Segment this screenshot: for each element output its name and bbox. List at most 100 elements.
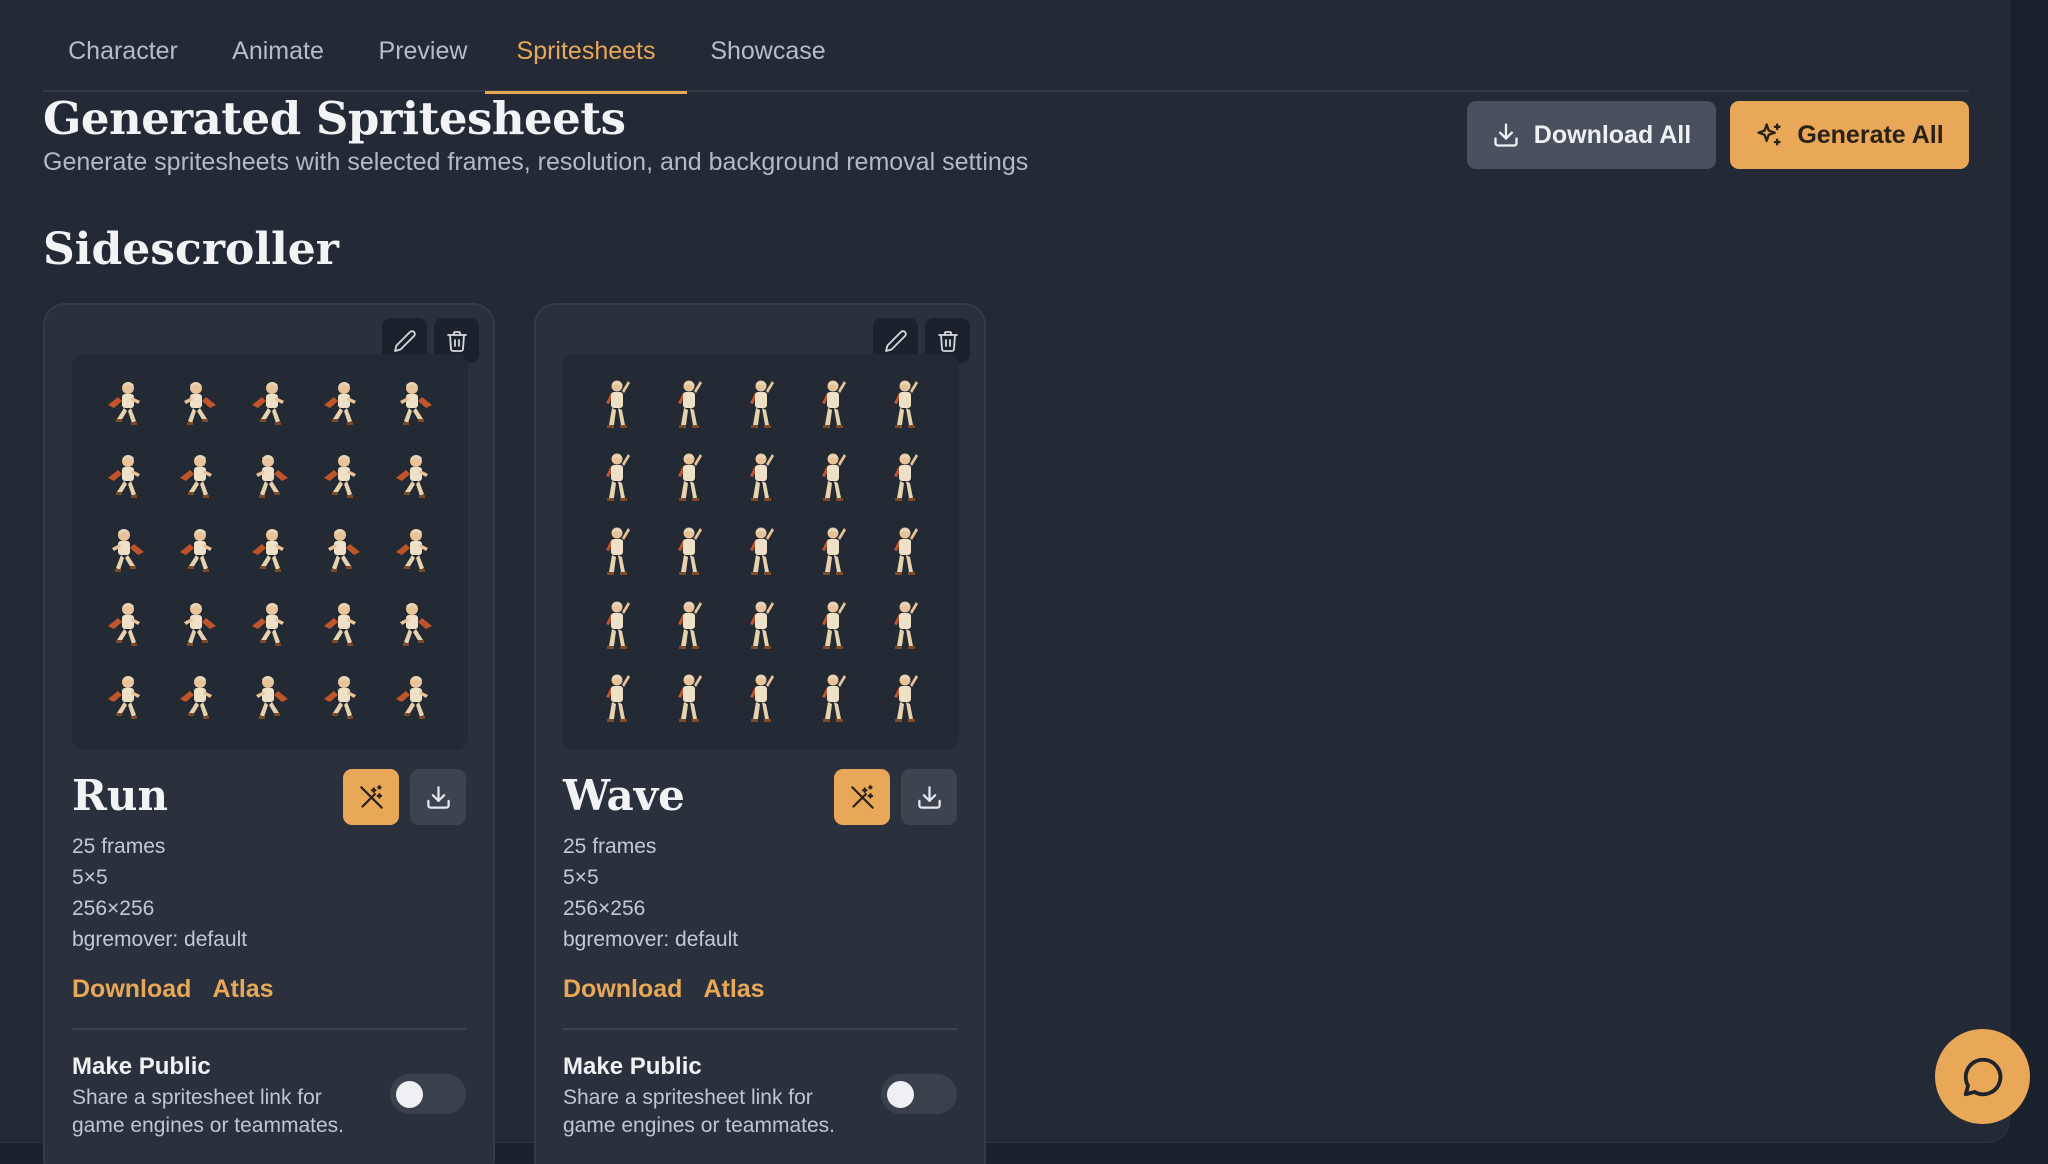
tab-spritesheets[interactable]: Spritesheets — [485, 0, 687, 94]
sprite-frame — [869, 368, 941, 442]
sprite-frame — [234, 442, 306, 516]
sprite-frame — [162, 368, 234, 442]
toggle-knob — [887, 1081, 914, 1108]
sprite-frame — [797, 368, 869, 442]
sprite-frame — [162, 515, 234, 589]
toggle-knob — [396, 1081, 423, 1108]
make-public-toggle[interactable] — [881, 1074, 957, 1114]
sprite-frame — [869, 589, 941, 663]
sprite-frame — [869, 662, 941, 736]
tab-animate[interactable]: Animate — [223, 0, 333, 92]
download-link[interactable]: Download — [563, 975, 682, 1004]
card-links: Download Atlas — [563, 975, 765, 1004]
regenerate-button[interactable] — [834, 769, 890, 825]
sprite-frame — [90, 368, 162, 442]
download-button[interactable] — [901, 769, 957, 825]
sprite-frame — [378, 442, 450, 516]
sprite-frame — [653, 442, 725, 516]
sprite-frame — [725, 368, 797, 442]
frame-count: 25 frames — [72, 835, 166, 858]
resolution: 256×256 — [72, 897, 155, 920]
bgremover-setting: bgremover: default — [563, 928, 739, 951]
sprite-frame — [306, 662, 378, 736]
make-public-description: Share a spritesheet link for game engine… — [563, 1086, 835, 1137]
divider — [72, 1028, 466, 1030]
sprite-frame — [306, 442, 378, 516]
sprite-frame — [797, 442, 869, 516]
pencil-icon — [393, 329, 416, 352]
sprite-frame — [725, 442, 797, 516]
download-icon — [426, 785, 450, 809]
sprite-frame — [90, 589, 162, 663]
sprite-frame — [581, 368, 653, 442]
card-meta: 25 frames 5×5 256×256 bgremover: default — [563, 831, 738, 955]
trash-icon — [446, 330, 467, 352]
sprite-frame — [378, 589, 450, 663]
tab-showcase[interactable]: Showcase — [703, 0, 833, 92]
pencil-icon — [884, 329, 907, 352]
make-public-title: Make Public — [563, 1053, 702, 1080]
sprite-frame — [234, 368, 306, 442]
magic-wand-icon — [359, 784, 383, 809]
atlas-link[interactable]: Atlas — [212, 975, 273, 1004]
sprite-frame — [306, 515, 378, 589]
sprite-frame — [869, 442, 941, 516]
download-all-label: Download All — [1533, 120, 1692, 149]
sprite-frame — [90, 662, 162, 736]
frame-count: 25 frames — [563, 835, 657, 858]
card-title: Wave — [563, 771, 685, 820]
spritesheet-card-wave: Wave 25 frames 5×5 256×256 bgremover: de… — [534, 303, 986, 1164]
sprite-frame — [653, 515, 725, 589]
sprite-frame — [869, 515, 941, 589]
sprite-frame — [378, 662, 450, 736]
sprite-frame — [162, 662, 234, 736]
trash-icon — [937, 330, 958, 352]
grid-size: 5×5 — [72, 866, 108, 889]
sprite-frame — [653, 589, 725, 663]
tab-bar: Character Animate Preview Spritesheets S… — [43, 0, 1969, 94]
make-public-title: Make Public — [72, 1053, 211, 1080]
download-button[interactable] — [410, 769, 466, 825]
generate-all-button[interactable]: Generate All — [1730, 101, 1969, 169]
chat-button[interactable] — [1935, 1029, 2030, 1124]
download-link[interactable]: Download — [72, 975, 191, 1004]
tab-character[interactable]: Character — [63, 0, 183, 92]
sprite-frame — [653, 368, 725, 442]
tab-preview[interactable]: Preview — [368, 0, 478, 92]
section-title: Sidescroller — [43, 224, 339, 275]
sprite-frame — [162, 442, 234, 516]
card-actions — [343, 769, 466, 825]
chat-bubble-icon — [1963, 1057, 2002, 1096]
sprite-frame — [162, 589, 234, 663]
sprite-frame — [306, 589, 378, 663]
sprite-frame — [581, 515, 653, 589]
spritesheet-preview — [72, 354, 468, 750]
sprite-frame — [581, 662, 653, 736]
sprite-frame — [725, 589, 797, 663]
card-links: Download Atlas — [72, 975, 274, 1004]
sprite-frame — [653, 662, 725, 736]
sprite-frame — [581, 442, 653, 516]
spritesheet-preview — [563, 354, 959, 750]
sprite-frame — [378, 515, 450, 589]
download-all-button[interactable]: Download All — [1467, 101, 1716, 169]
magic-wand-icon — [850, 784, 874, 809]
regenerate-button[interactable] — [343, 769, 399, 825]
make-public-description: Share a spritesheet link for game engine… — [72, 1086, 344, 1137]
sprite-frame — [234, 515, 306, 589]
generate-all-label: Generate All — [1797, 120, 1944, 149]
page-subtitle: Generate spritesheets with selected fram… — [43, 148, 1029, 176]
atlas-link[interactable]: Atlas — [703, 975, 764, 1004]
resolution: 256×256 — [563, 897, 646, 920]
sprite-frame — [306, 368, 378, 442]
main-panel: Character Animate Preview Spritesheets S… — [0, 0, 2010, 1164]
sprite-frame — [797, 515, 869, 589]
divider — [563, 1028, 957, 1030]
card-meta: 25 frames 5×5 256×256 bgremover: default — [72, 831, 247, 955]
grid-size: 5×5 — [563, 866, 599, 889]
sprite-frame — [797, 589, 869, 663]
sprite-frame — [90, 515, 162, 589]
sparkles-icon — [1757, 123, 1781, 146]
make-public-toggle[interactable] — [390, 1074, 466, 1114]
page-title: Generated Spritesheets — [43, 92, 626, 145]
